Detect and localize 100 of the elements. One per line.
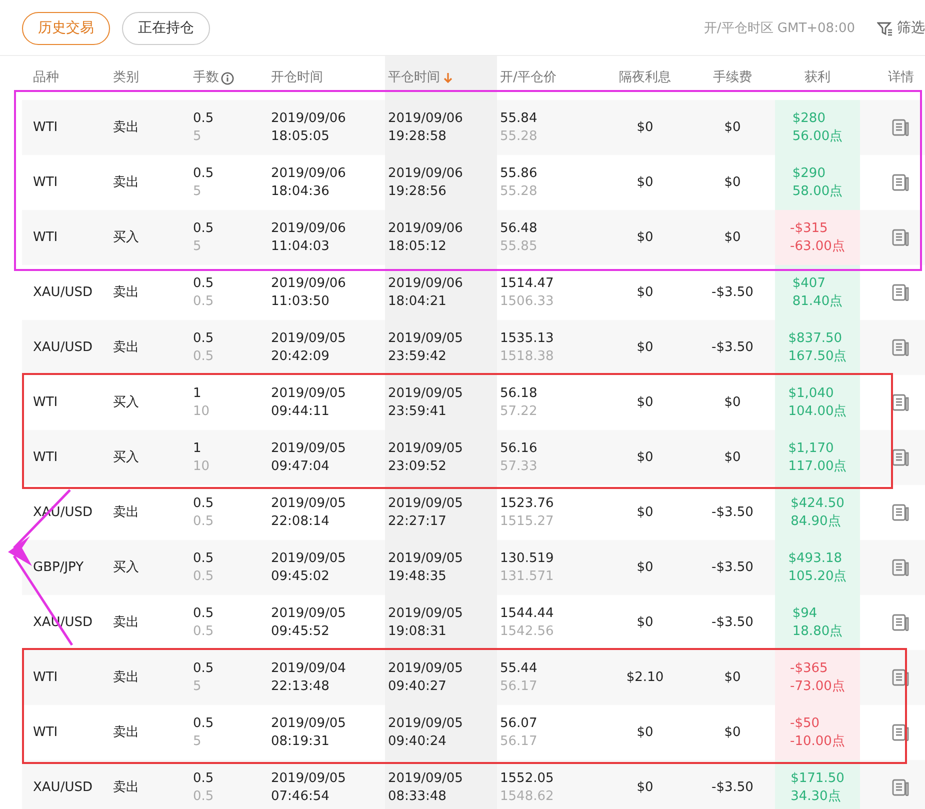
close-price: 55.28 xyxy=(500,128,538,146)
document-icon[interactable] xyxy=(892,229,910,246)
units-text: 10 xyxy=(193,402,211,420)
open-date: 2019/09/05 xyxy=(271,384,347,402)
open-price: 55.44 xyxy=(500,660,538,678)
open-price: 1535.13 xyxy=(500,330,555,348)
lots-text: 0.5 xyxy=(193,330,215,348)
open-time: 11:03:50 xyxy=(271,292,330,310)
units-text: 0.5 xyxy=(193,348,215,366)
symbol-text: WTI xyxy=(33,118,59,136)
close-price: 57.33 xyxy=(500,458,538,476)
filter-button[interactable]: 筛选 xyxy=(877,18,925,39)
open-price: 1552.05 xyxy=(500,770,555,788)
lots-text: 0.5 xyxy=(193,714,215,732)
close-time: 23:59:41 xyxy=(388,402,448,420)
lots-text: 0.5 xyxy=(193,494,215,512)
close-date: 2019/09/05 xyxy=(388,714,464,732)
fee-text: $0 xyxy=(724,174,741,192)
document-icon[interactable] xyxy=(892,559,910,576)
open-date: 2019/09/04 xyxy=(271,660,347,678)
profit-cell: $280 56.00点 xyxy=(775,100,860,155)
open-time: 22:13:48 xyxy=(271,678,330,696)
close-time: 09:40:27 xyxy=(388,678,448,696)
open-time: 09:44:11 xyxy=(271,402,330,420)
open-time: 07:46:54 xyxy=(271,788,330,806)
profit-cell: $94 18.80点 xyxy=(775,595,860,650)
close-price: 56.17 xyxy=(500,678,538,696)
units-text: 5 xyxy=(193,678,202,696)
side-text: 卖出 xyxy=(113,338,140,356)
swap-text: $0 xyxy=(636,338,654,356)
profit-cell: -$50 -10.00点 xyxy=(775,705,860,760)
close-time: 18:04:21 xyxy=(388,292,448,310)
swap-text: $0 xyxy=(636,394,654,412)
column-header: 手续费 xyxy=(713,69,752,88)
document-icon[interactable] xyxy=(892,284,910,301)
fee-text: -$3.50 xyxy=(712,284,754,302)
profit-cell: $424.50 84.90点 xyxy=(775,485,860,540)
close-price: 57.22 xyxy=(500,402,538,420)
document-icon[interactable] xyxy=(892,614,910,631)
document-icon[interactable] xyxy=(892,394,910,411)
open-date: 2019/09/05 xyxy=(271,770,347,788)
open-date: 2019/09/06 xyxy=(271,164,347,182)
profit-cell: $1,170 117.00点 xyxy=(775,430,860,485)
document-icon[interactable] xyxy=(892,119,910,136)
column-header: 手数 xyxy=(193,69,219,88)
document-icon[interactable] xyxy=(892,174,910,191)
fee-text: -$3.50 xyxy=(712,778,754,796)
open-time: 09:45:52 xyxy=(271,622,330,640)
close-price: 1542.56 xyxy=(500,622,555,640)
close-time: 08:33:48 xyxy=(388,788,448,806)
info-icon[interactable] xyxy=(221,72,234,84)
open-price: 130.519 xyxy=(500,550,555,568)
open-time: 18:04:36 xyxy=(271,182,330,200)
close-date: 2019/09/05 xyxy=(388,550,464,568)
close-date: 2019/09/05 xyxy=(388,770,464,788)
swap-text: $0 xyxy=(636,174,654,192)
document-icon[interactable] xyxy=(892,339,910,356)
fee-text: -$3.50 xyxy=(712,558,754,576)
open-price: 56.48 xyxy=(500,220,538,238)
close-price: 131.571 xyxy=(500,568,555,586)
close-date: 2019/09/05 xyxy=(388,384,464,402)
side-text: 卖出 xyxy=(113,614,140,632)
document-icon[interactable] xyxy=(892,779,910,796)
tab[interactable]: 历史交易 xyxy=(22,12,110,45)
swap-text: $0 xyxy=(636,118,654,136)
open-date: 2019/09/06 xyxy=(271,110,347,128)
close-price: 55.28 xyxy=(500,182,538,200)
open-date: 2019/09/05 xyxy=(271,550,347,568)
document-icon[interactable] xyxy=(892,724,910,741)
units-text: 5 xyxy=(193,128,202,146)
profit-cell: $171.50 34.30点 xyxy=(775,760,860,809)
close-price: 1518.38 xyxy=(500,348,555,366)
close-time: 18:05:12 xyxy=(388,238,448,256)
document-icon[interactable] xyxy=(892,504,910,521)
document-icon[interactable] xyxy=(892,669,910,686)
lots-text: 0.5 xyxy=(193,770,215,788)
open-price: 1544.44 xyxy=(500,604,555,622)
close-date: 2019/09/06 xyxy=(388,164,464,182)
side-text: 卖出 xyxy=(113,174,140,192)
close-time: 23:59:42 xyxy=(388,348,448,366)
profit-cell: $1,040 104.00点 xyxy=(775,375,860,430)
side-text: 买入 xyxy=(113,394,140,412)
lots-text: 0.5 xyxy=(193,660,215,678)
fee-text: $0 xyxy=(724,668,741,686)
symbol-text: GBP/JPY xyxy=(33,558,85,576)
close-price: 56.17 xyxy=(500,732,538,750)
lots-text: 0.5 xyxy=(193,604,215,622)
close-time: 19:08:31 xyxy=(388,622,448,640)
open-date: 2019/09/05 xyxy=(271,714,347,732)
document-icon[interactable] xyxy=(892,449,910,466)
open-price: 1514.47 xyxy=(500,274,555,292)
close-price: 1506.33 xyxy=(500,292,555,310)
open-price: 55.86 xyxy=(500,164,538,182)
side-text: 卖出 xyxy=(113,118,140,136)
symbol-text: WTI xyxy=(33,394,59,412)
close-time: 19:28:56 xyxy=(388,182,448,200)
tab[interactable]: 正在持仓 xyxy=(122,12,210,45)
close-price: 1548.62 xyxy=(500,788,555,806)
side-text: 卖出 xyxy=(113,668,140,686)
sort-down-icon[interactable] xyxy=(443,72,453,84)
